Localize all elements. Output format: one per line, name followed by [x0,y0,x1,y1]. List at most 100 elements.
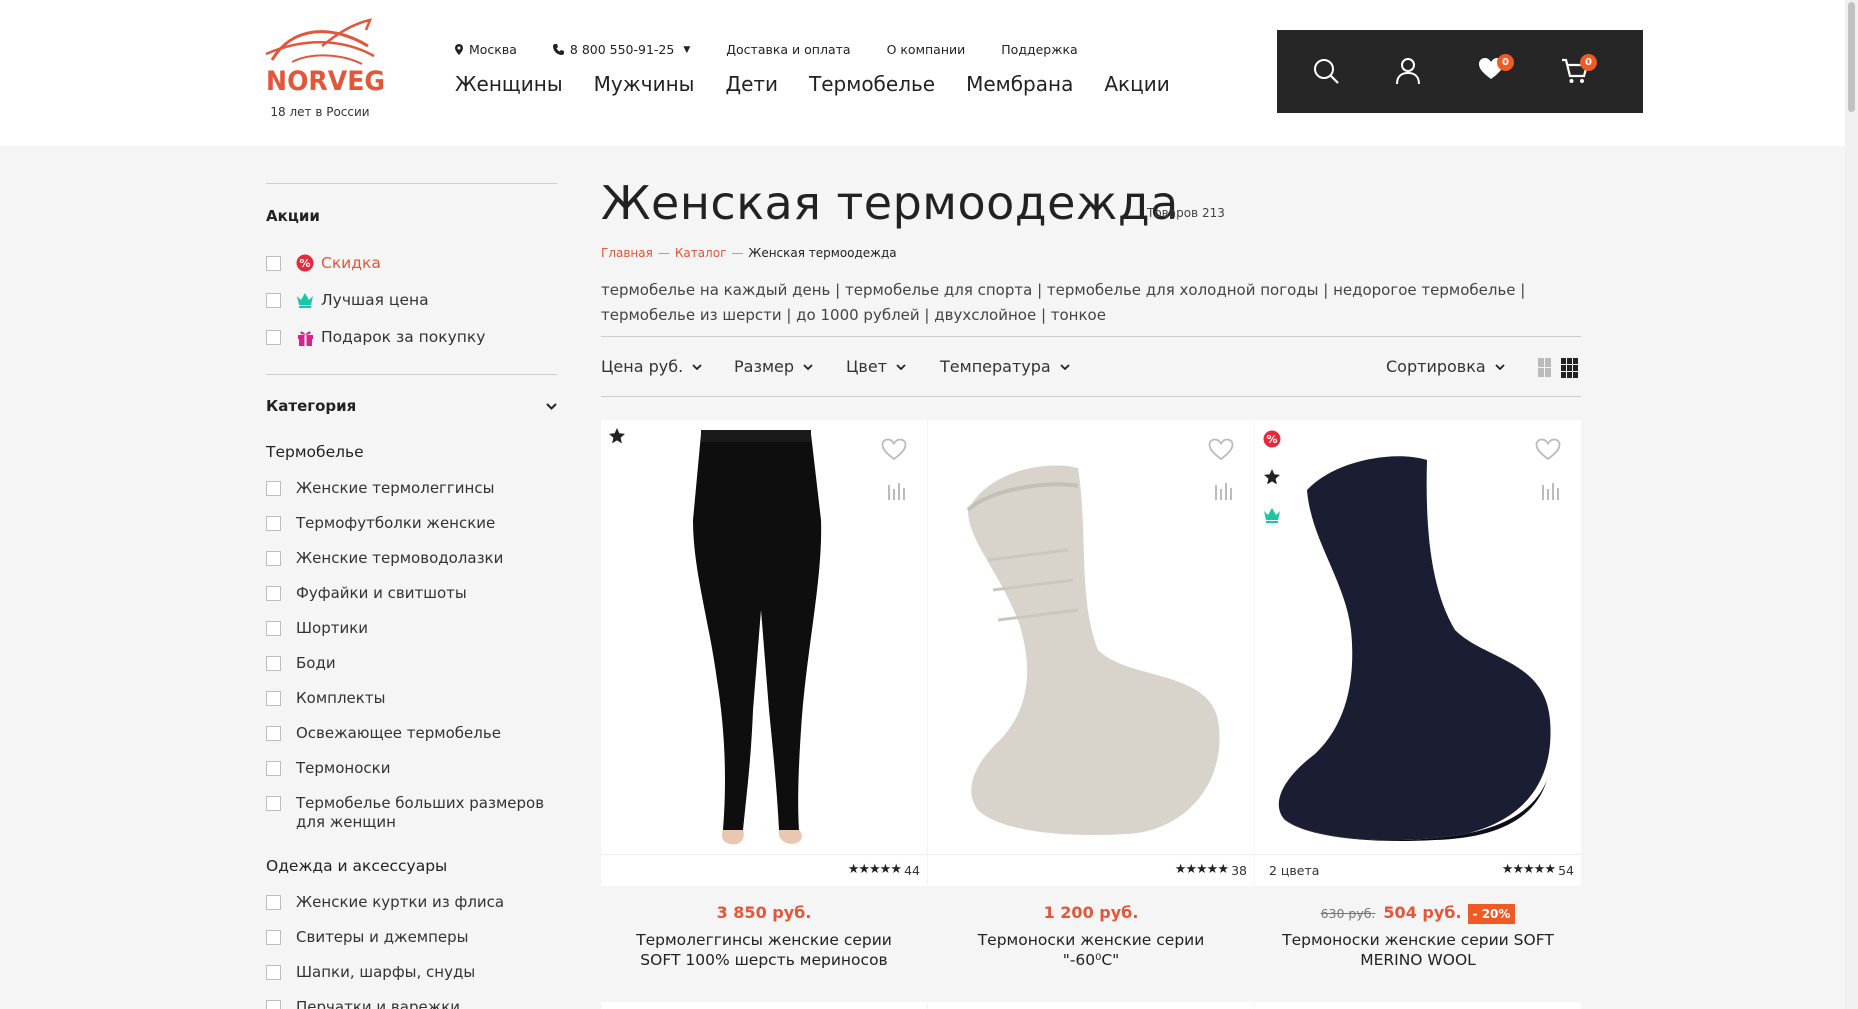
category-item[interactable]: Шортики [266,619,368,638]
filter-label: Температура [940,357,1051,376]
support-link[interactable]: Поддержка [1001,42,1077,57]
category-item[interactable]: Свитеры и джемперы [266,928,469,947]
category-toggle[interactable]: Категория [266,397,557,415]
logo[interactable]: NORVEG 18 лет в России [262,16,385,119]
leggings-image [693,430,822,845]
heart-outline-icon[interactable] [881,438,907,461]
gift-icon [296,328,314,346]
checkbox[interactable] [266,292,281,308]
site-header: NORVEG 18 лет в России Москва 8 800 550-… [0,0,1845,146]
product-name[interactable]: Термоноски женские серии "-60⁰С" [948,930,1234,970]
category-item[interactable]: Женские термоводолазки [266,549,503,568]
category-item[interactable]: Освежающее термобелье [266,724,501,743]
filter-color[interactable]: Цвет [846,357,906,376]
product-name[interactable]: Термолеггинсы женские серии SOFT 100% ше… [621,930,907,970]
checkbox[interactable] [266,621,281,636]
cart-button[interactable]: 0 [1561,54,1597,87]
promo-filter-discount[interactable]: % Скидка [266,254,381,272]
product-image[interactable]: % [1255,420,1581,854]
filter-price[interactable]: Цена руб. [601,357,702,376]
best-price-badge [1255,496,1289,534]
checkbox[interactable] [266,255,281,271]
scrollbar-thumb[interactable] [1848,2,1855,112]
nav-item-women[interactable]: Женщины [455,72,563,96]
compare-icon[interactable] [1541,482,1559,500]
category-item[interactable]: Женские куртки из флиса [266,893,504,912]
checkbox[interactable] [266,516,281,531]
next-row-card [928,1002,1254,1009]
svg-text:%: % [1266,433,1277,446]
heart-outline-icon[interactable] [1208,438,1234,461]
filter-label: Цена руб. [601,357,684,376]
checkbox[interactable] [266,761,281,776]
account-button[interactable] [1395,57,1425,87]
breadcrumb-home[interactable]: Главная [601,246,653,260]
checkbox[interactable] [266,895,281,910]
product-image[interactable] [928,420,1254,854]
checkbox[interactable] [266,930,281,945]
checkbox[interactable] [266,726,281,741]
featured-badge [601,420,633,452]
checkbox[interactable] [266,796,281,811]
category-item[interactable]: Комплекты [266,689,385,708]
promo-filter-best-price[interactable]: Лучшая цена [266,291,429,309]
category-item[interactable]: Термоноски [266,759,390,778]
page-title: Женская термоодежда [601,176,1179,230]
nav-item-thermal[interactable]: Термобелье [809,72,935,96]
heart-outline-icon[interactable] [1535,438,1561,461]
checkbox[interactable] [266,656,281,671]
checkbox[interactable] [266,965,281,980]
page-scrollbar[interactable] [1845,0,1858,1009]
city-selector[interactable]: Москва [455,42,517,57]
checkbox[interactable] [266,586,281,601]
product-card[interactable]: ★★★★★ 38 1 200 руб. Термоноски женские с… [928,420,1254,1009]
filter-temperature[interactable]: Температура [940,357,1070,376]
about-link[interactable]: О компании [887,42,966,57]
compare-icon[interactable] [1214,482,1232,500]
nav-item-sales[interactable]: Акции [1104,72,1169,96]
checkbox[interactable] [266,551,281,566]
product-card[interactable]: % 2 цвета ★★★★★ 54 630 руб. 504 руб. - 20%… [1255,420,1581,1009]
svg-text:%: % [299,257,310,270]
category-label: Перчатки и варежки [296,998,461,1009]
view-small-grid-button[interactable] [1561,358,1578,378]
phone-label: 8 800 550-91-25 [569,42,675,57]
favorites-button[interactable]: 0 [1478,54,1514,87]
discount-icon: % [1263,430,1281,448]
tag-links[interactable]: термобелье на каждый день | термобелье д… [601,278,1561,328]
category-label: Термофутболки женские [296,514,496,532]
chevron-down-icon [546,402,557,410]
product-card[interactable]: ★★★★★ 44 3 850 руб. Термолеггинсы женски… [601,420,927,1009]
nav-item-men[interactable]: Мужчины [594,72,695,96]
wool-sock-image [966,465,1220,835]
view-large-grid-button[interactable] [1538,358,1551,377]
checkbox[interactable] [266,481,281,496]
category-item[interactable]: Боди [266,654,336,673]
checkbox[interactable] [266,329,281,345]
compare-icon[interactable] [887,482,905,500]
delivery-link[interactable]: Доставка и оплата [726,42,850,57]
phone-icon [552,44,564,55]
category-item[interactable]: Шапки, шарфы, снуды [266,963,475,982]
category-label: Свитеры и джемперы [296,928,469,946]
category-group-title[interactable]: Одежда и аксессуары [266,857,447,875]
nav-item-kids[interactable]: Дети [725,72,778,96]
promo-filter-gift[interactable]: Подарок за покупку [266,328,485,346]
checkbox[interactable] [266,1000,281,1009]
category-item[interactable]: Термобелье больших размеров для женщин [266,794,557,832]
category-item[interactable]: Перчатки и варежки [266,998,460,1009]
phone-link[interactable]: 8 800 550-91-25 ▼ [552,42,690,57]
breadcrumb-catalog[interactable]: Каталог [675,246,727,260]
category-group-title[interactable]: Термобелье [266,443,364,461]
product-image[interactable] [601,420,927,854]
category-item[interactable]: Женские термолеггинсы [266,479,494,498]
nav-item-membrane[interactable]: Мембрана [966,72,1073,96]
search-button[interactable] [1312,57,1342,87]
checkbox[interactable] [266,691,281,706]
filter-size[interactable]: Размер [734,357,813,376]
category-item[interactable]: Термофутболки женские [266,514,495,533]
category-item[interactable]: Фуфайки и свитшоты [266,584,467,603]
rating-count: 54 [1558,863,1574,878]
sort-dropdown[interactable]: Сортировка [1386,357,1505,376]
product-name[interactable]: Термоноски женские серии SOFT MERINO WOO… [1275,930,1561,970]
